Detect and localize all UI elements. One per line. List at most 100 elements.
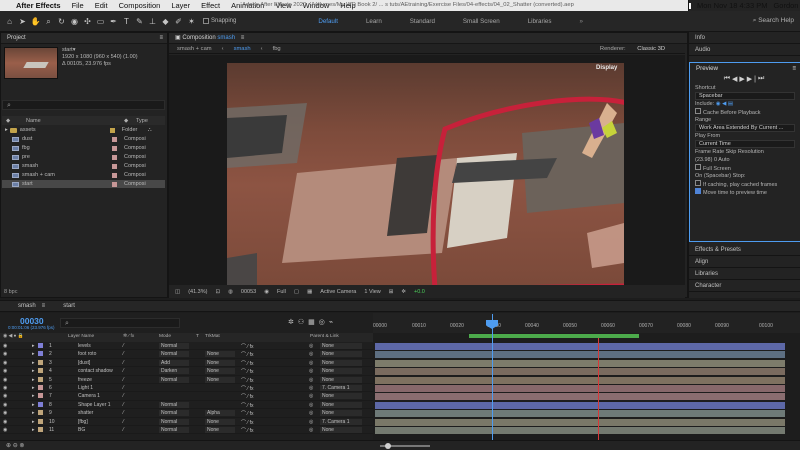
flag-icon[interactable] <box>689 2 691 9</box>
parent-dropdown[interactable]: None <box>320 410 362 417</box>
parent-dropdown[interactable]: 7. Camera 1 <box>320 385 362 391</box>
layer-row[interactable]: ◉ ▸ 6 Light 1 ⁄ ⌒ ⁄ fx ◎ 7. Camera 1 <box>0 384 373 393</box>
fx-switch-icons[interactable]: ⌒ ⁄ fx <box>241 385 254 391</box>
parent-dropdown[interactable]: None <box>320 343 362 349</box>
expand-arrow-icon[interactable]: ▸ <box>32 368 35 374</box>
visibility-icon[interactable]: ◉ <box>3 402 7 408</box>
project-item[interactable]: start Composi <box>2 180 165 188</box>
expand-arrow-icon[interactable]: ▸ <box>5 127 8 133</box>
t-header[interactable]: T <box>196 334 199 339</box>
fx-switch-icons[interactable]: ⌒ ⁄ fx <box>241 377 254 383</box>
trkmat-dropdown[interactable]: None <box>205 418 235 425</box>
hierarchy-icon[interactable]: ⛬ <box>148 127 152 134</box>
preview-panel-title[interactable]: Preview ≡ <box>690 63 800 74</box>
zoom-dropdown[interactable]: (41.3%) <box>188 289 207 295</box>
pickwhip-icon[interactable]: ◎ <box>309 402 313 408</box>
expand-arrow-icon[interactable]: ▸ <box>32 351 35 357</box>
visibility-icon[interactable]: ◉ <box>3 385 7 391</box>
parent-header[interactable]: Parent & Link <box>310 334 339 339</box>
pickwhip-icon[interactable]: ◎ <box>309 410 313 416</box>
project-item[interactable]: dust Composi <box>2 135 165 143</box>
fx-switch-icons[interactable]: ⌒ ⁄ fx <box>241 343 254 349</box>
project-search-input[interactable]: ⌕ <box>2 100 165 110</box>
bpc-indicator[interactable]: 8 bpc <box>4 289 17 295</box>
full-screen-checkbox[interactable] <box>695 164 701 170</box>
switches-icons[interactable]: ✲ ⁄ fx <box>123 334 134 339</box>
layer-name[interactable]: contact shadow <box>78 368 113 374</box>
footer-switch-icons[interactable]: ⊕ ⊖ ⊗ <box>6 442 24 449</box>
label-color-swatch[interactable] <box>38 410 43 416</box>
info-panel-tab[interactable]: Info <box>689 32 800 44</box>
trkmat-dropdown[interactable]: None <box>205 427 235 433</box>
include-video-icon[interactable]: ◉ ◀ ▤ <box>716 101 733 107</box>
workspace-default[interactable]: Default <box>318 18 338 25</box>
motion-blur-icon[interactable]: ◎ <box>319 319 329 326</box>
mode-dropdown[interactable]: Normal <box>159 376 189 383</box>
mode-header[interactable]: Mode <box>159 334 171 339</box>
align-tab[interactable]: Align <box>689 256 800 268</box>
zoom-slider-handle[interactable] <box>385 443 391 449</box>
layer-name[interactable]: Shape Layer 1 <box>78 402 111 408</box>
trkmat-dropdown[interactable]: None <box>205 368 235 375</box>
on-stop-move-checkbox[interactable] <box>695 188 701 194</box>
zoom-tool-icon[interactable]: ⌕ <box>43 16 54 27</box>
project-item[interactable]: smash + cam Composi <box>2 171 165 179</box>
visibility-icon[interactable]: ◉ <box>3 393 7 399</box>
audio-panel-tab[interactable]: Audio <box>689 44 800 56</box>
menu-file[interactable]: File <box>72 1 84 10</box>
label-color-swatch[interactable] <box>38 418 43 424</box>
on-stop-move-option[interactable]: Move time to preview time <box>690 188 800 196</box>
previous-frame-icon[interactable]: ◀ <box>732 75 739 83</box>
expand-arrow-icon[interactable]: ▸ <box>32 402 35 408</box>
pickwhip-icon[interactable]: ◎ <box>309 385 313 391</box>
user-name[interactable]: Gordon Tandrup <box>773 1 800 10</box>
workspace-learn[interactable]: Learn <box>366 18 382 25</box>
time-ruler[interactable]: 00000 00010 00020 00030 00040 00050 0006… <box>373 313 800 333</box>
visibility-icon[interactable]: ◉ <box>3 368 7 374</box>
switch-icons[interactable]: ⁄ <box>123 410 124 416</box>
puppet-tool-icon[interactable]: ✶ <box>186 16 197 27</box>
shy-icon[interactable]: ⚇ <box>298 319 308 326</box>
layer-duration-bar[interactable] <box>375 385 785 392</box>
trkmat-dropdown[interactable]: None <box>205 359 235 366</box>
layer-duration-bar[interactable] <box>375 427 785 434</box>
parent-dropdown[interactable]: None <box>320 393 362 400</box>
pen-tool-icon[interactable]: ✒ <box>108 16 119 27</box>
workspace-small-screen[interactable]: Small Screen <box>463 18 500 25</box>
layer-row[interactable]: ◉ ▸ 7 Camera 1 ⁄ ⌒ ⁄ fx ◎ None <box>0 392 373 401</box>
visibility-icon[interactable]: ◉ <box>3 427 7 433</box>
layer-duration-bar[interactable] <box>375 343 785 350</box>
pickwhip-icon[interactable]: ◎ <box>309 393 313 399</box>
effects-presets-tab[interactable]: Effects & Presets <box>689 244 800 256</box>
panel-menu-icon[interactable]: ≡ <box>792 63 796 74</box>
label-color-swatch[interactable] <box>38 393 43 399</box>
pan-behind-tool-icon[interactable]: ✣ <box>82 16 93 27</box>
layer-name[interactable]: freeze <box>78 377 92 383</box>
project-item[interactable]: fbg Composi <box>2 144 165 152</box>
pickwhip-icon[interactable]: ◎ <box>309 343 313 349</box>
snapping-checkbox[interactable] <box>203 18 209 24</box>
skip-input[interactable]: 0 <box>714 157 717 163</box>
label-column[interactable]: ◆ <box>124 118 136 124</box>
layer-duration-bar[interactable] <box>375 418 785 426</box>
layer-row[interactable]: ◉ ▸ 9 shatter ⁄ Normal Alpha ⌒ ⁄ fx ◎ None <box>0 409 373 418</box>
expand-arrow-icon[interactable]: ▸ <box>32 410 35 416</box>
search-help-label[interactable]: Search Help <box>758 17 794 24</box>
cache-before-checkbox[interactable] <box>695 108 701 114</box>
layer-name-header[interactable]: Layer Name <box>68 334 94 339</box>
brush-tool-icon[interactable]: ✎ <box>134 16 145 27</box>
switch-icons[interactable]: ⁄ <box>123 393 124 399</box>
label-color-swatch[interactable] <box>38 368 43 374</box>
resolution-dropdown[interactable]: Auto <box>718 157 729 163</box>
layer-duration-bar[interactable] <box>375 359 785 367</box>
layer-name[interactable]: [dust] <box>78 360 90 366</box>
type-tool-icon[interactable]: T <box>121 16 132 27</box>
graph-editor-icon[interactable]: ⌁ <box>329 319 337 326</box>
fx-switch-icons[interactable]: ⌒ ⁄ fx <box>241 419 254 425</box>
frame-rate-dropdown[interactable]: (23.98) <box>695 157 712 163</box>
exposure-value[interactable]: +0.0 <box>414 289 425 295</box>
pickwhip-icon[interactable]: ◎ <box>309 419 313 425</box>
workspace-overflow-button[interactable]: » <box>579 18 582 25</box>
label-color-swatch[interactable] <box>38 401 43 407</box>
project-item[interactable]: ▸ assets Folder ⛬ <box>2 126 165 134</box>
